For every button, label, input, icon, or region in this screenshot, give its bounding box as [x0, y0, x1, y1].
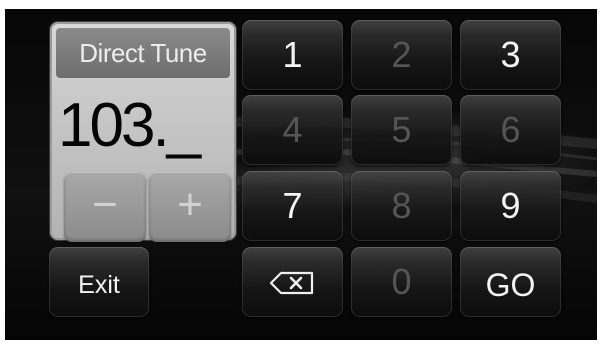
key-2[interactable]: 2 — [351, 20, 452, 90]
exit-button[interactable]: Exit — [49, 247, 149, 317]
key-0[interactable]: 0 — [351, 247, 452, 317]
key-5[interactable]: 5 — [351, 95, 452, 165]
key-7[interactable]: 7 — [242, 171, 343, 241]
backspace-button[interactable] — [242, 247, 343, 317]
backspace-icon — [269, 271, 314, 295]
tune-down-button[interactable]: − — [64, 172, 146, 242]
direct-tune-panel: Direct Tune 103._ − + — [50, 22, 236, 242]
key-1[interactable]: 1 — [242, 20, 343, 90]
direct-tune-title: Direct Tune — [56, 28, 230, 78]
key-8[interactable]: 8 — [351, 171, 452, 241]
go-button[interactable]: GO — [460, 247, 561, 317]
frequency-display: 103._ — [58, 91, 201, 160]
key-9[interactable]: 9 — [460, 171, 561, 241]
key-4[interactable]: 4 — [242, 95, 343, 165]
radio-screen: Direct Tune 103._ − + 1 2 3 4 5 6 7 8 9 … — [5, 9, 597, 340]
key-6[interactable]: 6 — [460, 95, 561, 165]
tune-up-button[interactable]: + — [149, 172, 231, 242]
key-3[interactable]: 3 — [460, 20, 561, 90]
